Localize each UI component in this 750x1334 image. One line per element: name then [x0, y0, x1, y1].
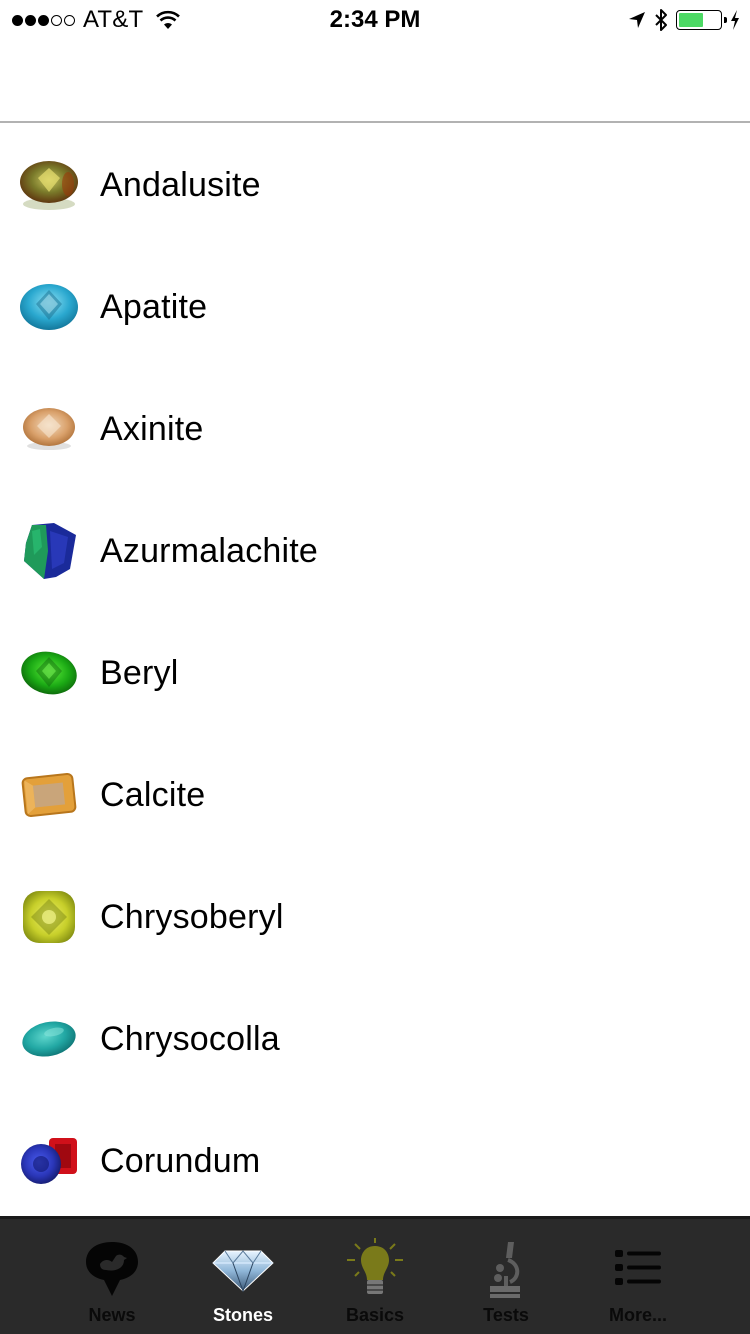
stone-name: Chrysocolla	[100, 1019, 280, 1058]
lightbulb-icon	[343, 1238, 407, 1299]
stone-name: Axinite	[100, 409, 204, 448]
list-icon	[606, 1239, 670, 1299]
azurmalachite-gem-icon	[18, 520, 80, 582]
stone-row-beryl[interactable]: Beryl	[0, 612, 750, 734]
navigation-bar	[0, 40, 750, 123]
location-arrow-icon	[629, 12, 645, 28]
stone-row-axinite[interactable]: Axinite	[0, 368, 750, 490]
diamond-icon	[211, 1239, 275, 1299]
tab-label: Basics	[345, 1305, 405, 1325]
stone-row-azurmalachite[interactable]: Azurmalachite	[0, 490, 750, 612]
stone-row-corundum[interactable]: Corundum	[0, 1100, 750, 1216]
stones-list[interactable]: Andalusite Apatite Axinite Azurmalachite…	[0, 124, 750, 1216]
corundum-gem-icon	[18, 1130, 80, 1192]
stone-name: Azurmalachite	[100, 531, 319, 570]
andalusite-gem-icon	[18, 154, 80, 216]
tab-label: More...	[608, 1305, 667, 1325]
battery-level	[679, 13, 703, 27]
stone-name: Calcite	[100, 775, 206, 814]
axinite-gem-icon	[18, 398, 80, 460]
microscope-icon	[474, 1239, 538, 1299]
status-right	[628, 6, 740, 34]
stone-row-apatite[interactable]: Apatite	[0, 246, 750, 368]
bluetooth-icon	[655, 9, 667, 31]
stone-row-calcite[interactable]: Calcite	[0, 734, 750, 856]
tab-label: Stones	[212, 1305, 273, 1325]
stone-name: Apatite	[100, 287, 208, 326]
tab-news[interactable]: News	[46, 1219, 178, 1334]
calcite-gem-icon	[18, 764, 80, 826]
stone-name: Andalusite	[100, 165, 261, 204]
battery-tip	[724, 17, 727, 23]
stone-name: Corundum	[100, 1141, 261, 1180]
tab-bar: News Stones Basics Tests More...	[0, 1216, 750, 1334]
tab-stones[interactable]: Stones	[177, 1219, 309, 1334]
battery-icon	[676, 10, 727, 30]
tab-tests[interactable]: Tests	[440, 1219, 572, 1334]
beryl-gem-icon	[18, 642, 80, 704]
tab-more[interactable]: More...	[572, 1219, 704, 1334]
charging-bolt-icon	[731, 10, 739, 30]
tab-basics[interactable]: Basics	[309, 1219, 441, 1334]
stone-name: Beryl	[100, 653, 179, 692]
tab-label: News	[88, 1305, 136, 1325]
bird-speech-bubble-icon	[80, 1239, 144, 1299]
status-bar: AT&T 2:34 PM	[0, 0, 750, 40]
tab-label: Tests	[483, 1305, 529, 1325]
apatite-gem-icon	[18, 276, 80, 338]
stone-row-chrysoberyl[interactable]: Chrysoberyl	[0, 856, 750, 978]
chrysoberyl-gem-icon	[18, 886, 80, 948]
stone-row-chrysocolla[interactable]: Chrysocolla	[0, 978, 750, 1100]
stone-name: Chrysoberyl	[100, 897, 284, 936]
chrysocolla-gem-icon	[18, 1008, 80, 1070]
stone-row-andalusite[interactable]: Andalusite	[0, 124, 750, 246]
